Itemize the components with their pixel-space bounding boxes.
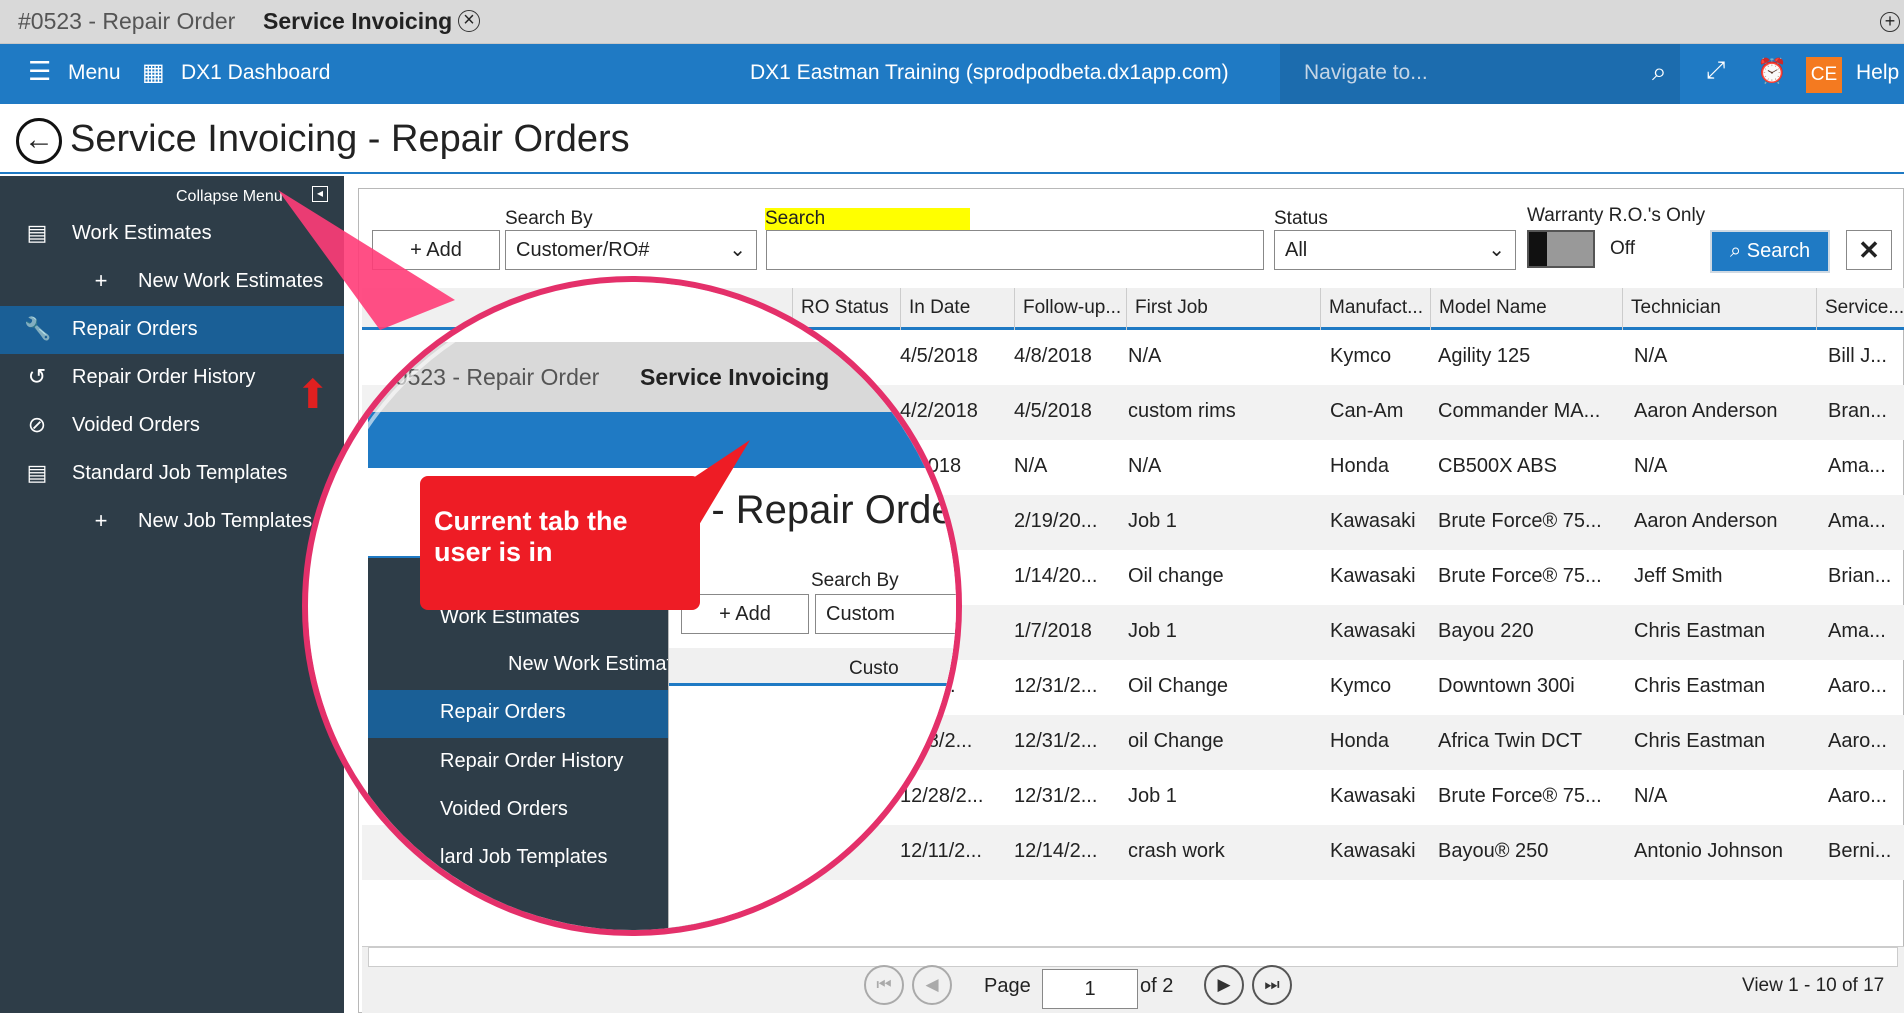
callout-pointer: [690, 440, 750, 540]
callout-label: Current tab the user is in: [420, 476, 700, 610]
